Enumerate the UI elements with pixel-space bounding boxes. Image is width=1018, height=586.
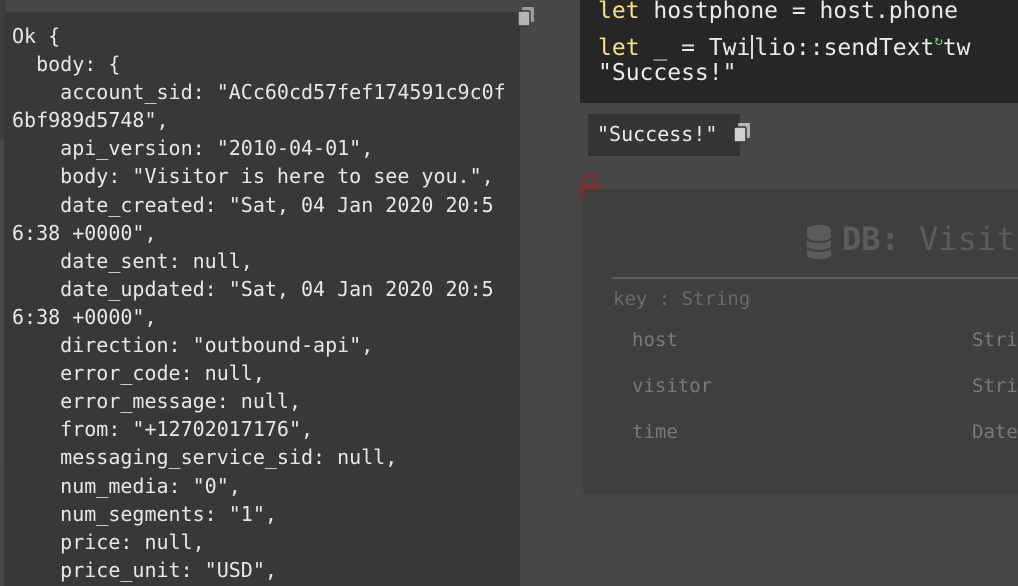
- refresh-icon[interactable]: ↻: [934, 33, 942, 49]
- copy-icon[interactable]: [732, 122, 752, 144]
- divider: [612, 277, 1018, 279]
- code-editor[interactable]: let hostphone = host.phone let _ = Twi li…: [580, 0, 1018, 103]
- code-text: hostphone = host.phone: [639, 0, 959, 24]
- function-result-panel[interactable]: Ok { body: { account_sid: "ACc60cd57fef1…: [4, 12, 520, 586]
- keyword: let: [598, 0, 640, 24]
- db-key-row: key : String: [613, 288, 751, 310]
- db-field-name[interactable]: time: [632, 421, 678, 443]
- db-field-name[interactable]: host: [632, 329, 678, 351]
- db-title: DB: Visit: [842, 220, 1015, 258]
- json-result-text: Ok { body: { account_sid: "ACc60cd57fef1…: [12, 24, 506, 582]
- db-field-name[interactable]: visitor: [632, 375, 712, 397]
- db-card[interactable]: DB: Visit key : String host Stri visitor…: [584, 190, 1018, 490]
- code-line[interactable]: "Success!": [598, 58, 736, 88]
- live-value-box[interactable]: "Success!": [588, 114, 740, 156]
- live-value-text: "Success!": [597, 122, 718, 146]
- db-name[interactable]: Visit: [919, 220, 1015, 258]
- database-icon: [804, 223, 834, 261]
- code-line[interactable]: let hostphone = host.phone: [598, 0, 958, 26]
- code-text: tw: [942, 35, 971, 61]
- code-text: lio::sendText: [754, 35, 935, 61]
- db-field-type[interactable]: Stri: [972, 375, 1018, 397]
- db-field-type[interactable]: Date: [972, 421, 1018, 443]
- db-field-type[interactable]: Stri: [972, 329, 1018, 351]
- db-label: DB:: [842, 220, 900, 258]
- copy-icon[interactable]: [516, 6, 536, 28]
